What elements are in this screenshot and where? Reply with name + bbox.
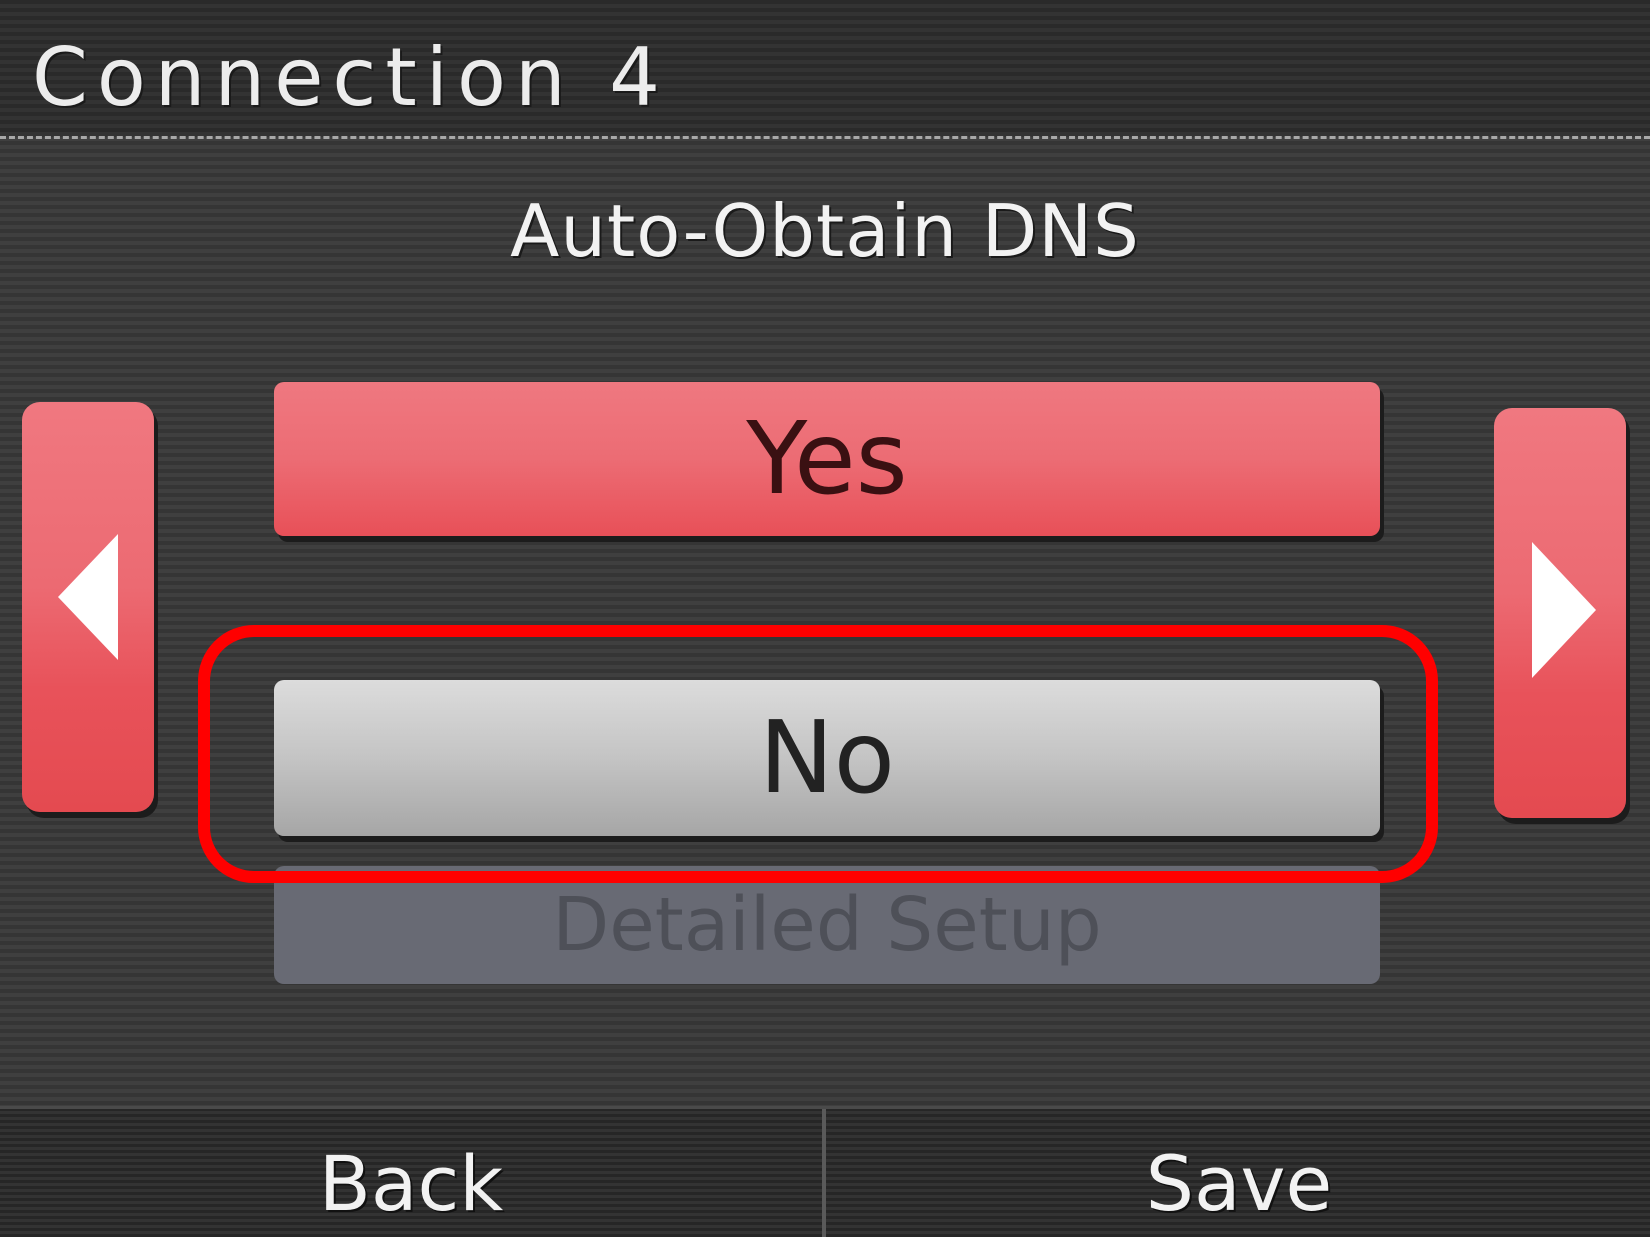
yes-button[interactable]: Yes — [274, 382, 1380, 536]
next-setting-button[interactable] — [1494, 408, 1626, 818]
save-button[interactable]: Save — [828, 1109, 1650, 1237]
setting-label: Auto-Obtain DNS — [510, 189, 1140, 273]
previous-setting-button[interactable] — [22, 402, 154, 812]
bottom-divider — [822, 1109, 826, 1237]
no-button[interactable]: No — [274, 680, 1380, 836]
arrow-left-icon — [58, 534, 118, 660]
detailed-setup-button: Detailed Setup — [274, 866, 1380, 984]
title-divider — [0, 136, 1650, 139]
title-bar: Connection 4 — [0, 0, 1650, 136]
back-button[interactable]: Back — [0, 1109, 822, 1237]
page-title: Connection 4 — [32, 31, 669, 124]
bottom-bar: Back Save — [0, 1106, 1650, 1237]
arrow-right-icon — [1532, 542, 1596, 678]
network-settings-screen: Connection 4 Auto-Obtain DNS Yes No Deta… — [0, 0, 1650, 1237]
